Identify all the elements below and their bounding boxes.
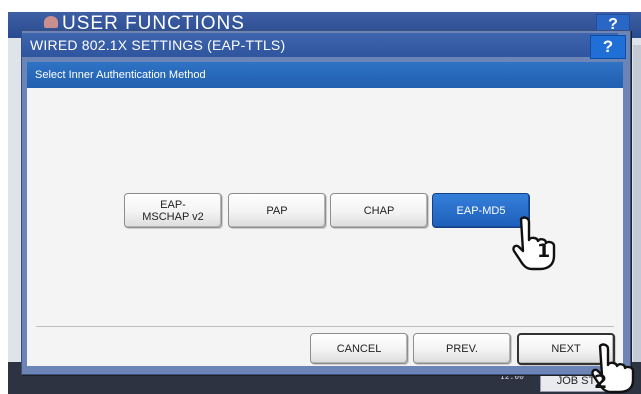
cancel-label: CANCEL: [336, 342, 382, 355]
step-number: 2: [594, 371, 607, 393]
method-chap-button[interactable]: CHAP: [330, 193, 428, 228]
footer-divider: [36, 326, 614, 327]
dialog-subheader: Select Inner Authentication Method: [27, 62, 623, 88]
method-label: EAP-MSCHAP v2: [142, 198, 204, 223]
method-label: PAP: [266, 204, 288, 217]
cancel-button[interactable]: CANCEL: [310, 333, 408, 364]
method-eap-mschapv2-button[interactable]: EAP-MSCHAP v2: [124, 193, 222, 228]
next-label: NEXT: [551, 343, 581, 355]
method-pap-button[interactable]: PAP: [228, 193, 326, 228]
dialog-help-button[interactable]: ?: [590, 35, 626, 59]
dialog-title: WIRED 802.1X SETTINGS (EAP-TTLS): [22, 33, 618, 57]
pointing-hand-icon: 2: [588, 342, 638, 394]
method-label: CHAP: [363, 204, 395, 217]
step-number: 1: [537, 240, 550, 262]
background-edge: [633, 45, 641, 365]
pointing-hand-step-1-graphic: 1: [512, 216, 556, 271]
printer-logo-icon: [44, 16, 58, 28]
prev-label: PREV.: [445, 342, 478, 355]
prev-button[interactable]: PREV.: [413, 333, 511, 364]
method-label: EAP-MD5: [456, 204, 506, 217]
pointing-hand-icon: 1: [507, 215, 557, 271]
pointing-hand-step-2-graphic: 2: [591, 343, 635, 394]
